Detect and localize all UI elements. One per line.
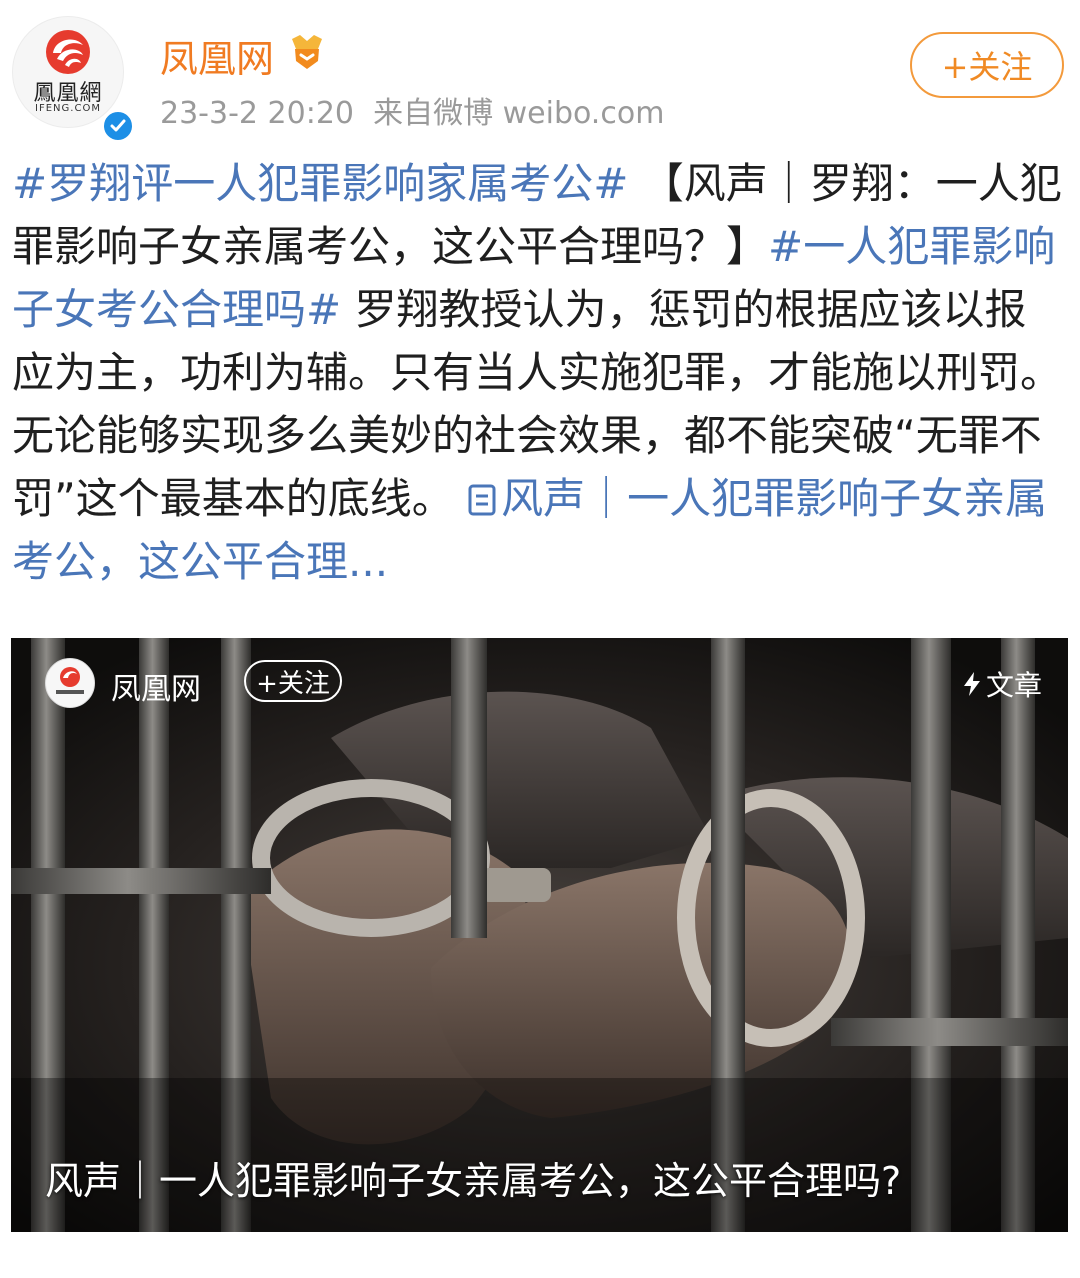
post-meta: 23-3-2 20:20 来自微博 weibo.com (160, 88, 664, 132)
lightning-icon (963, 672, 980, 696)
card-type-text: 文章 (985, 669, 1042, 702)
card-follow-button[interactable]: +关注 (244, 660, 342, 702)
medal-icon (292, 35, 322, 69)
post-header: 鳳凰網 IFENG.COM 凤凰网 23-3-2 20:20 来自微博 weib… (0, 0, 1080, 143)
post-body: #罗翔评一人犯罪影响家属考公# 【风声｜罗翔：一人犯罪影响子女亲属考公，这公平合… (12, 152, 1068, 593)
card-type-label: 文章 (962, 664, 1042, 704)
card-header: 凤凰网 +关注 文章 (11, 638, 1068, 728)
card-account-name[interactable]: 凤凰网 (111, 664, 201, 708)
follow-button[interactable]: +关注 (910, 32, 1064, 98)
post-source: 来自微博 weibo.com (373, 96, 665, 131)
article-icon (468, 484, 496, 516)
phoenix-logo-icon (46, 30, 90, 74)
account-name[interactable]: 凤凰网 (160, 28, 274, 83)
hashtag-link[interactable]: #罗翔评一人犯罪影响家属考公# (12, 159, 628, 208)
account-avatar[interactable]: 鳳凰網 IFENG.COM (12, 16, 135, 143)
phoenix-logo-icon (56, 667, 84, 694)
post-timestamp: 23-3-2 20:20 (160, 96, 354, 131)
verified-badge-icon (101, 109, 135, 143)
article-card[interactable]: 凤凰网 +关注 文章 风声｜一人犯罪影响子女亲属考公，这公平合理吗? (11, 638, 1068, 1232)
card-account-avatar[interactable] (45, 658, 95, 708)
card-caption: 风声｜一人犯罪影响子女亲属考公，这公平合理吗? (45, 1159, 902, 1203)
